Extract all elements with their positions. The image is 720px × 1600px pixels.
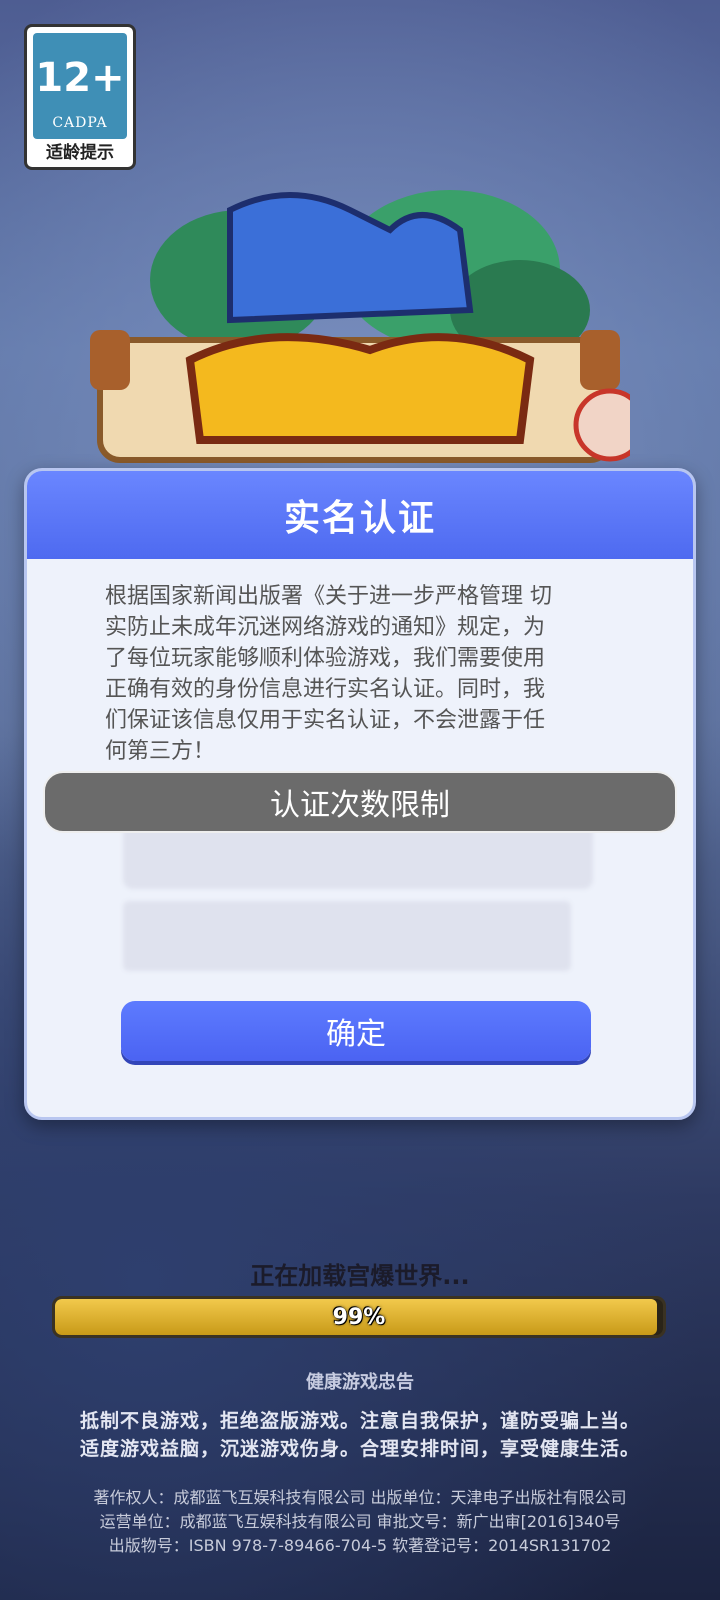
health-notice-line: 抵制不良游戏，拒绝盗版游戏。注意自我保护，谨防受骗上当。 — [79, 1410, 640, 1432]
verification-limit-toast: 认证次数限制 — [43, 771, 677, 833]
dialog-body-line: 根据国家新闻出版署《关于进一步严格管理 切 — [105, 584, 552, 609]
logo-seal — [573, 388, 630, 462]
credit-line: 出版物号：ISBN 978-7-89466-704-5 软著登记号：2014SR… — [108, 1536, 612, 1555]
age-rating-badge: 12+ CADPA 适龄提示 — [24, 24, 136, 170]
health-notice-line: 适度游戏益脑，沉迷游戏伤身。合理安排时间，享受健康生活。 — [79, 1438, 640, 1460]
dialog-body-line: 正确有效的身份信息进行实名认证。同时，我 — [105, 677, 546, 702]
logo-bottom-word — [185, 333, 535, 444]
dialog-header: 实名认证 — [27, 471, 693, 559]
real-name-dialog: 实名认证 根据国家新闻出版署《关于进一步严格管理 切 实防止未成年沉迷网络游戏的… — [24, 468, 696, 1120]
age-rating-org: CADPA — [52, 115, 108, 131]
game-logo — [90, 190, 630, 463]
confirm-button[interactable]: 确定 — [121, 1001, 591, 1061]
credit-line: 著作权人：成都蓝飞互娱科技有限公司 出版单位：天津电子出版社有限公司 — [93, 1488, 627, 1507]
age-rating-number: 12+ — [35, 55, 125, 101]
dialog-body-text: 根据国家新闻出版署《关于进一步严格管理 切 实防止未成年沉迷网络游戏的通知》规定… — [27, 559, 693, 767]
dialog-title: 实名认证 — [283, 498, 436, 539]
logo-scroll-left-end — [90, 330, 130, 390]
loading-progress-bar: 99% — [52, 1296, 666, 1338]
dialog-body-line: 了每位玩家能够顺利体验游戏，我们需要使用 — [105, 646, 546, 671]
credit-line: 运营单位：成都蓝飞互娱科技有限公司 审批文号：新广出审[2016]340号 — [99, 1512, 621, 1531]
dialog-body-line: 们保证该信息仅用于实名认证，不会泄露于任 — [105, 708, 546, 733]
age-rating-panel: 12+ CADPA — [33, 33, 127, 139]
age-rating-hint: 适龄提示 — [46, 143, 114, 163]
logo-top-word — [227, 192, 474, 324]
dialog-body-line: 实防止未成年沉迷网络游戏的通知》规定，为 — [105, 615, 546, 640]
dialog-body-line: 何第三方！ — [105, 739, 216, 764]
health-notice-title: 健康游戏忠告 — [306, 1372, 414, 1393]
loading-progress-text: 99% — [332, 1304, 386, 1330]
id-number-input-field[interactable] — [123, 901, 571, 971]
logo-scroll-right-end — [580, 330, 620, 390]
loading-label: 正在加载宫爆世界... — [250, 1262, 470, 1290]
